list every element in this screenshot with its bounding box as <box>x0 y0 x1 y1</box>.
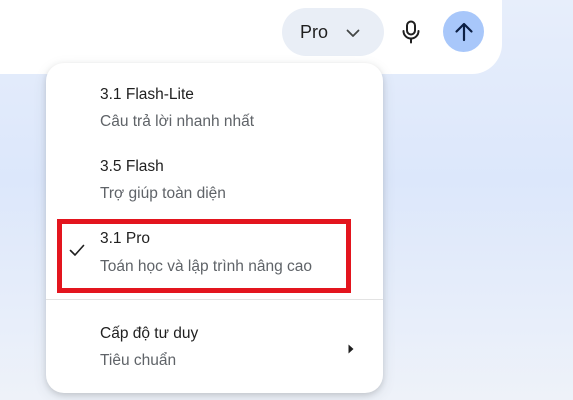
microphone-button[interactable] <box>394 14 428 50</box>
menu-divider <box>46 299 383 300</box>
menu-item-title: 3.1 Pro <box>100 230 150 247</box>
menu-item-subtitle: Toán học và lập trình nâng cao <box>100 258 312 275</box>
thinking-level-title: Cấp độ tư duy <box>100 325 199 342</box>
model-menu: 3.1 Flash-Lite Câu trả lời nhanh nhất 3.… <box>46 63 383 393</box>
menu-item-subtitle: Câu trả lời nhanh nhất <box>100 113 255 130</box>
menu-item-subtitle: Trợ giúp toàn diện <box>100 185 226 202</box>
menu-item-flash-lite[interactable]: 3.1 Flash-Lite Câu trả lời nhanh nhất <box>46 63 383 135</box>
caret-right-icon <box>348 344 354 354</box>
menu-item-title: 3.1 Flash-Lite <box>100 86 194 103</box>
model-selector-label: Pro <box>300 21 329 42</box>
check-icon <box>69 244 85 256</box>
menu-item-title: 3.5 Flash <box>100 158 164 175</box>
send-button[interactable] <box>443 11 484 52</box>
chevron-down-icon <box>346 29 360 37</box>
model-selector-button[interactable]: Pro <box>282 8 384 56</box>
menu-item-flash[interactable]: 3.5 Flash Trợ giúp toàn diện <box>46 135 383 207</box>
thinking-level-value: Tiêu chuẩn <box>100 352 177 369</box>
menu-item-thinking-level[interactable]: Cấp độ tư duy Tiêu chuẩn <box>46 303 383 391</box>
arrow-up-icon <box>454 22 473 41</box>
menu-item-pro[interactable]: 3.1 Pro Toán học và lập trình nâng cao <box>46 207 383 295</box>
mic-icon <box>402 20 420 44</box>
